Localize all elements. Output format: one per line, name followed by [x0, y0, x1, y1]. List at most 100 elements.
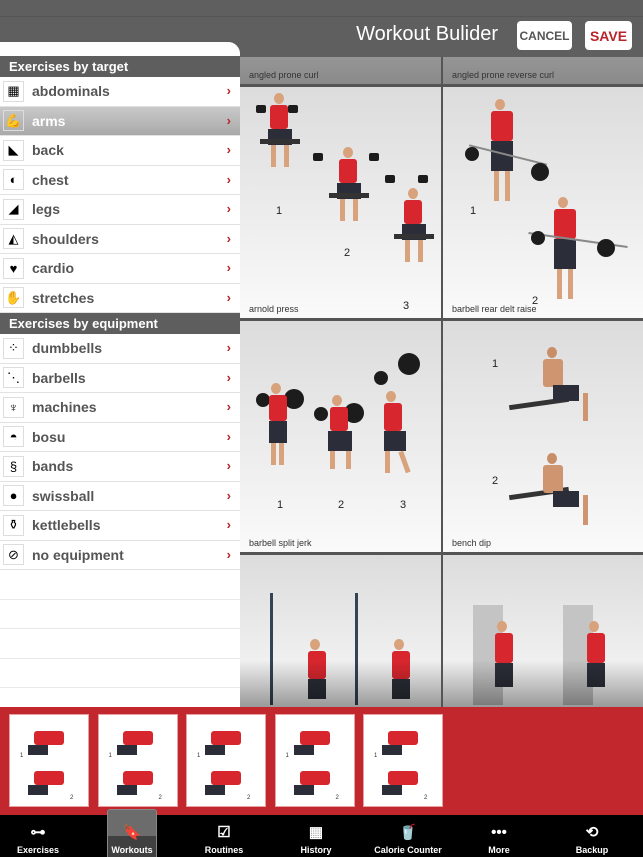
- sidebar-item-abdominals[interactable]: ▦ abdominals ›: [0, 77, 240, 107]
- sidebar-item-label: arms: [32, 112, 66, 129]
- shoulders-thumb-icon: ◭: [3, 228, 24, 250]
- exercise-tile[interactable]: 1 2 3 arnold press: [240, 87, 441, 318]
- chevron-right-icon: ›: [226, 289, 231, 305]
- tab-label: Backup: [575, 845, 609, 855]
- step-number: 1: [197, 753, 201, 759]
- step-number: 1: [277, 499, 284, 511]
- sidebar-item-label: legs: [32, 201, 61, 218]
- no-equipment-icon: ⊘: [3, 544, 24, 566]
- exercise-category-sidebar: Exercises by target ▦ abdominals › 💪 arms › ◣ b…: [0, 42, 240, 707]
- sidebar-item-label: kettlebells: [32, 517, 101, 534]
- sidebar-item-bands[interactable]: § bands ›: [0, 452, 240, 482]
- cancel-button[interactable]: CANCEL: [517, 21, 572, 50]
- step-number: 1: [276, 205, 283, 217]
- drink-icon: 🥤: [398, 824, 418, 841]
- chevron-right-icon: ›: [226, 142, 231, 157]
- tab-more[interactable]: ••• More: [456, 815, 542, 857]
- sidebar-item-shoulders[interactable]: ◭ shoulders ›: [0, 224, 240, 254]
- barbells-icon: ⋱: [3, 367, 24, 389]
- bookmark-icon: 🔖: [122, 824, 142, 841]
- tab-calorie-counter[interactable]: 🥤 Calorie Counter: [365, 815, 451, 857]
- step-number: 1: [20, 753, 24, 759]
- chevron-right-icon: ›: [226, 260, 231, 275]
- sidebar-item-back[interactable]: ◣ back ›: [0, 136, 240, 166]
- checkbox-icon: ☑: [217, 824, 231, 841]
- tray-exercise-thumbnail[interactable]: 12: [186, 714, 266, 807]
- sidebar-item-arms[interactable]: 💪 arms ›: [0, 106, 240, 136]
- dumbbells-icon: ⁘: [3, 337, 24, 359]
- save-button[interactable]: SAVE: [585, 21, 632, 50]
- exercise-tile[interactable]: 1 2 bench dip: [443, 321, 643, 552]
- sidebar-item-dumbbells[interactable]: ⁘ dumbbells ›: [0, 334, 240, 364]
- sidebar-item-machines[interactable]: ♆ machines ›: [0, 393, 240, 423]
- chevron-right-icon: ›: [226, 428, 231, 444]
- sidebar-item-label: bosu: [32, 428, 66, 445]
- sidebar-item-barbells[interactable]: ⋱ barbells ›: [0, 363, 240, 393]
- step-number: 2: [247, 795, 251, 801]
- tab-workouts[interactable]: 🔖 Workouts: [107, 809, 157, 857]
- tab-backup[interactable]: ⟲ Backup: [549, 815, 635, 857]
- sidebar-item-label: chest: [32, 171, 69, 188]
- exercise-name: barbell rear delt raise: [452, 304, 537, 314]
- calendar-icon: ▦: [308, 824, 324, 841]
- step-number: 1: [374, 753, 378, 759]
- tab-label: Calorie Counter: [374, 845, 442, 855]
- section-header-target: Exercises by target: [0, 56, 240, 77]
- tab-label: Workouts: [111, 845, 153, 855]
- step-number: 2: [70, 795, 74, 801]
- chevron-right-icon: ›: [226, 340, 231, 355]
- arms-thumb-icon: 💪: [3, 110, 24, 132]
- step-number: 3: [403, 300, 410, 312]
- status-bar: [0, 0, 643, 17]
- step-number: 1: [492, 358, 499, 370]
- tray-exercise-thumbnail[interactable]: 12: [9, 714, 89, 807]
- tab-history[interactable]: ▦ History: [273, 815, 359, 857]
- exercise-grid[interactable]: angled prone curl angled prone reverse c…: [240, 57, 643, 707]
- exercise-tile[interactable]: [443, 555, 643, 707]
- sidebar-item-bosu[interactable]: ◓ bosu ›: [0, 422, 240, 452]
- section-header-equipment: Exercises by equipment: [0, 313, 240, 334]
- chevron-right-icon: ›: [226, 546, 231, 562]
- sidebar-item-legs[interactable]: ◢ legs ›: [0, 195, 240, 225]
- step-number: 2: [424, 795, 428, 801]
- tray-exercise-thumbnail[interactable]: 12: [274, 714, 355, 807]
- chevron-right-icon: ›: [226, 112, 231, 128]
- step-number: 2: [492, 475, 499, 487]
- bosu-icon: ◓: [3, 426, 24, 448]
- back-thumb-icon: ◣: [3, 139, 24, 161]
- step-number: 1: [108, 753, 112, 759]
- tab-exercises[interactable]: ⊶ Exercises: [0, 815, 81, 857]
- step-number: 2: [335, 795, 339, 801]
- app: Workout Bulider CANCEL SAVE angled prone…: [0, 0, 643, 857]
- tray-exercise-thumbnail[interactable]: 12: [97, 714, 178, 807]
- stretches-thumb-icon: ✋: [3, 287, 24, 309]
- clock-restore-icon: ⟲: [585, 824, 599, 841]
- sidebar-item-label: stretches: [32, 289, 95, 306]
- sidebar-item-chest[interactable]: ◐ chest ›: [0, 165, 240, 195]
- sidebar-item-kettlebells[interactable]: ⚱ kettlebells ›: [0, 511, 240, 541]
- step-number: 3: [400, 499, 407, 511]
- sidebar-item-label: back: [32, 142, 64, 159]
- sidebar-item-label: bands: [32, 458, 74, 475]
- exercise-tile[interactable]: angled prone reverse curl: [443, 57, 643, 84]
- exercise-tile[interactable]: [240, 555, 441, 707]
- tab-bar: ⊶ Exercises 🔖 Workouts ☑ Routines ▦ History 🥤 Cal…: [0, 809, 643, 857]
- sidebar-item-cardio[interactable]: ♥ cardio ›: [0, 254, 240, 284]
- sidebar-item-no-equipment[interactable]: ⊘ no equipment ›: [0, 540, 240, 570]
- sidebar-item-label: dumbbells: [32, 340, 103, 357]
- exercise-tile[interactable]: 1 2 barbell rear delt raise: [443, 87, 643, 318]
- kettlebells-icon: ⚱: [3, 514, 24, 536]
- exercise-tile[interactable]: 1 2 3 barbell split jerk: [240, 321, 441, 552]
- swissball-icon: ●: [3, 485, 24, 507]
- sidebar-item-label: no equipment: [32, 546, 124, 563]
- bands-icon: §: [3, 455, 24, 477]
- exercise-name: bench dip: [452, 538, 492, 548]
- tab-routines[interactable]: ☑ Routines: [181, 815, 267, 857]
- exercise-name: barbell split jerk: [249, 538, 312, 548]
- sidebar-item-label: shoulders: [32, 230, 99, 247]
- sidebar-item-swissball[interactable]: ● swissball ›: [0, 481, 240, 511]
- exercise-tile[interactable]: angled prone curl: [240, 57, 441, 84]
- step-number: 1: [285, 753, 289, 759]
- sidebar-item-stretches[interactable]: ✋ stretches ›: [0, 283, 240, 313]
- tray-exercise-thumbnail[interactable]: 12: [363, 714, 443, 807]
